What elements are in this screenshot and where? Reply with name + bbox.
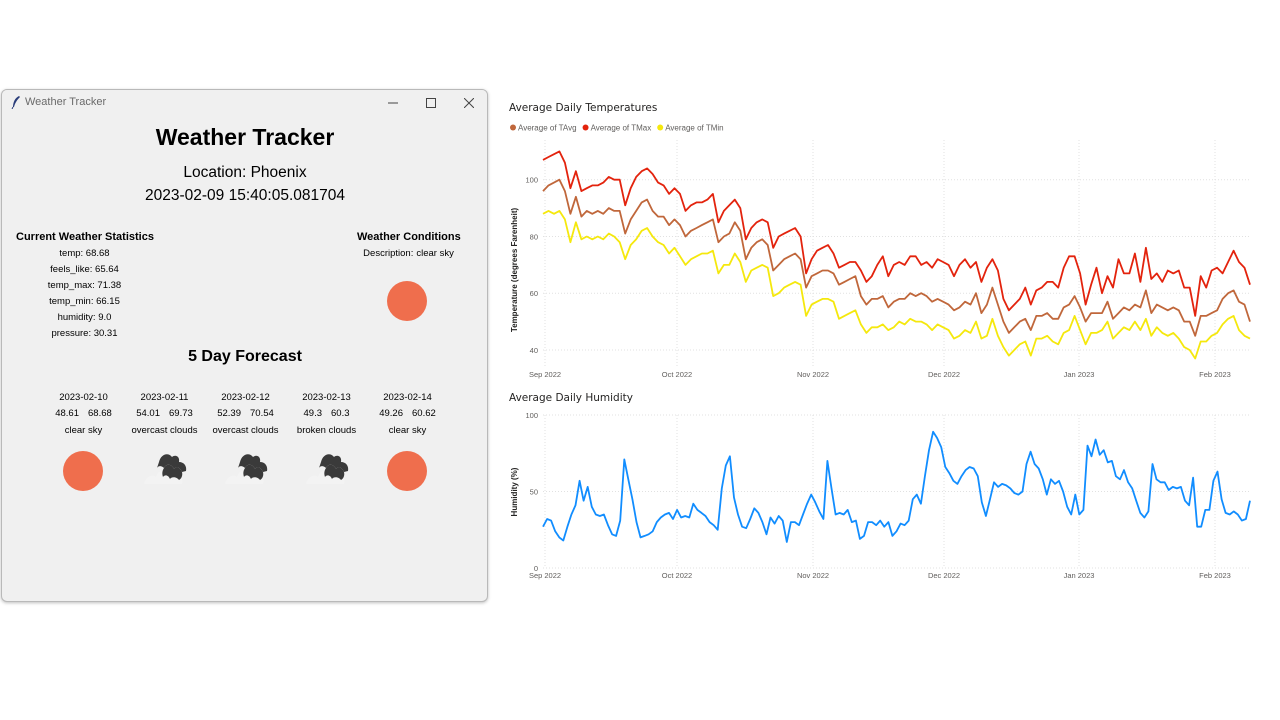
- maximize-button[interactable]: [412, 90, 450, 116]
- forecast-low: 54.01: [136, 408, 160, 419]
- feather-icon: [11, 96, 20, 109]
- x-tick-label: Nov 2022: [797, 571, 829, 580]
- x-tick-label: Oct 2022: [662, 571, 692, 580]
- temp-legend: Average of TAvg Average of TMax Average of…: [510, 124, 724, 133]
- series-line-average-of-tmin: [542, 210, 1251, 360]
- temp-lines: [542, 150, 1251, 360]
- y-tick-label: 50: [530, 488, 538, 497]
- temp-y-axis-label: Temperature (degrees Farenheit): [510, 208, 519, 333]
- forecast-low: 48.61: [55, 408, 79, 419]
- clear-sky-icon: [387, 451, 427, 491]
- forecast-date: 2023-02-11: [140, 392, 189, 403]
- y-tick-label: 60: [530, 289, 538, 298]
- condition-description-value: clear sky: [416, 248, 454, 259]
- x-tick-label: Sep 2022: [529, 571, 561, 580]
- hum-y-axis-label: Humidity (%): [510, 467, 519, 516]
- stat-humidity: humidity: 9.0: [57, 312, 112, 323]
- legend-marker: [582, 124, 589, 131]
- forecast-desc: clear sky: [388, 425, 427, 436]
- x-tick-label: Nov 2022: [797, 370, 829, 379]
- forecast-high: 69.73: [169, 408, 193, 419]
- window-title: Weather Tracker: [25, 96, 107, 108]
- forecast-high: 68.68: [88, 408, 112, 419]
- x-tick-label: Dec 2022: [928, 571, 960, 580]
- forecast-low: 52.39: [217, 408, 241, 419]
- window-titlebar[interactable]: Weather Tracker: [2, 90, 487, 116]
- forecast-date: 2023-02-14: [383, 392, 432, 403]
- app-heading: Weather Tracker: [155, 124, 335, 150]
- minimize-button[interactable]: [374, 90, 412, 116]
- series-line-average-of-tmax: [542, 150, 1251, 317]
- stat-pressure: pressure: 30.31: [51, 328, 118, 339]
- stat-temp-max: temp_max: 71.38: [47, 280, 122, 291]
- close-button[interactable]: [450, 90, 487, 116]
- temp-grid: 40 60 80 100 Sep 2022 Oct 2022 Nov 2022 Dec 202…: [525, 140, 1250, 379]
- y-tick-label: 40: [530, 346, 538, 355]
- x-tick-label: Jan 2023: [1064, 370, 1095, 379]
- stat-temp: temp: 68.68: [59, 248, 110, 259]
- y-tick-label: 80: [530, 232, 538, 241]
- legend-marker: [510, 124, 516, 131]
- clear-sky-icon: [63, 451, 103, 491]
- x-tick-label: Sep 2022: [529, 370, 561, 379]
- legend-marker: [657, 124, 664, 131]
- stat-temp-min: temp_min: 66.15: [49, 296, 120, 307]
- series-line-humidity: [542, 430, 1251, 543]
- x-tick-label: Feb 2023: [1199, 370, 1231, 379]
- condition-description-label: Description:: [363, 248, 414, 259]
- hum-grid: 050100Sep 2022 Oct 2022 Nov 2022 Dec 2022 Ja…: [525, 411, 1250, 580]
- legend-label: Average of TAvg: [518, 124, 577, 133]
- close-icon: [464, 98, 474, 108]
- maximize-icon: [426, 98, 436, 108]
- x-tick-label: Dec 2022: [928, 370, 960, 379]
- current-stats-title: Current Weather Statistics: [16, 231, 154, 243]
- legend-label: Average of TMin: [665, 124, 723, 133]
- condition-description: Description: clear sky: [342, 248, 472, 259]
- forecast-date: 2023-02-10: [59, 392, 108, 403]
- broken-clouds-icon: [306, 454, 349, 484]
- legend-label: Average of TMax: [591, 124, 652, 133]
- x-tick-label: Oct 2022: [662, 370, 692, 379]
- forecast-high: 60.3: [331, 408, 350, 419]
- forecast-high: 70.54: [250, 408, 274, 419]
- minimize-icon: [388, 102, 398, 104]
- humidity-chart: 050100Sep 2022 Oct 2022 Nov 2022 Dec 2022 Ja…: [510, 411, 1251, 580]
- datetime-label: 2023-02-09 15:40:05.081704: [145, 187, 345, 204]
- forecast-low: 49.26: [379, 408, 403, 419]
- overcast-clouds-icon: [225, 454, 268, 484]
- location-label: Location: Phoenix: [183, 164, 307, 181]
- y-tick-label: 100: [525, 176, 538, 185]
- forecast-high: 60.62: [412, 408, 436, 419]
- weather-tracker-window: Weather Tracker Weather Tracker Location…: [1, 89, 488, 602]
- forecast-date: 2023-02-13: [302, 392, 351, 403]
- forecast-low: 49.3: [303, 408, 323, 419]
- stat-feels-like: feels_like: 65.64: [50, 264, 119, 275]
- forecast-title: 5 Day Forecast: [188, 348, 302, 365]
- clear-sky-icon: [387, 281, 427, 321]
- hum-lines: [542, 430, 1251, 543]
- conditions-title: Weather Conditions: [357, 231, 461, 243]
- y-tick-label: 100: [525, 411, 538, 420]
- temperature-chart: Average of TAvg Average of TMax Average of…: [510, 124, 1251, 379]
- overcast-clouds-icon: [144, 454, 187, 484]
- forecast-date: 2023-02-12: [221, 392, 270, 403]
- x-tick-label: Jan 2023: [1064, 571, 1095, 580]
- x-tick-label: Feb 2023: [1199, 571, 1231, 580]
